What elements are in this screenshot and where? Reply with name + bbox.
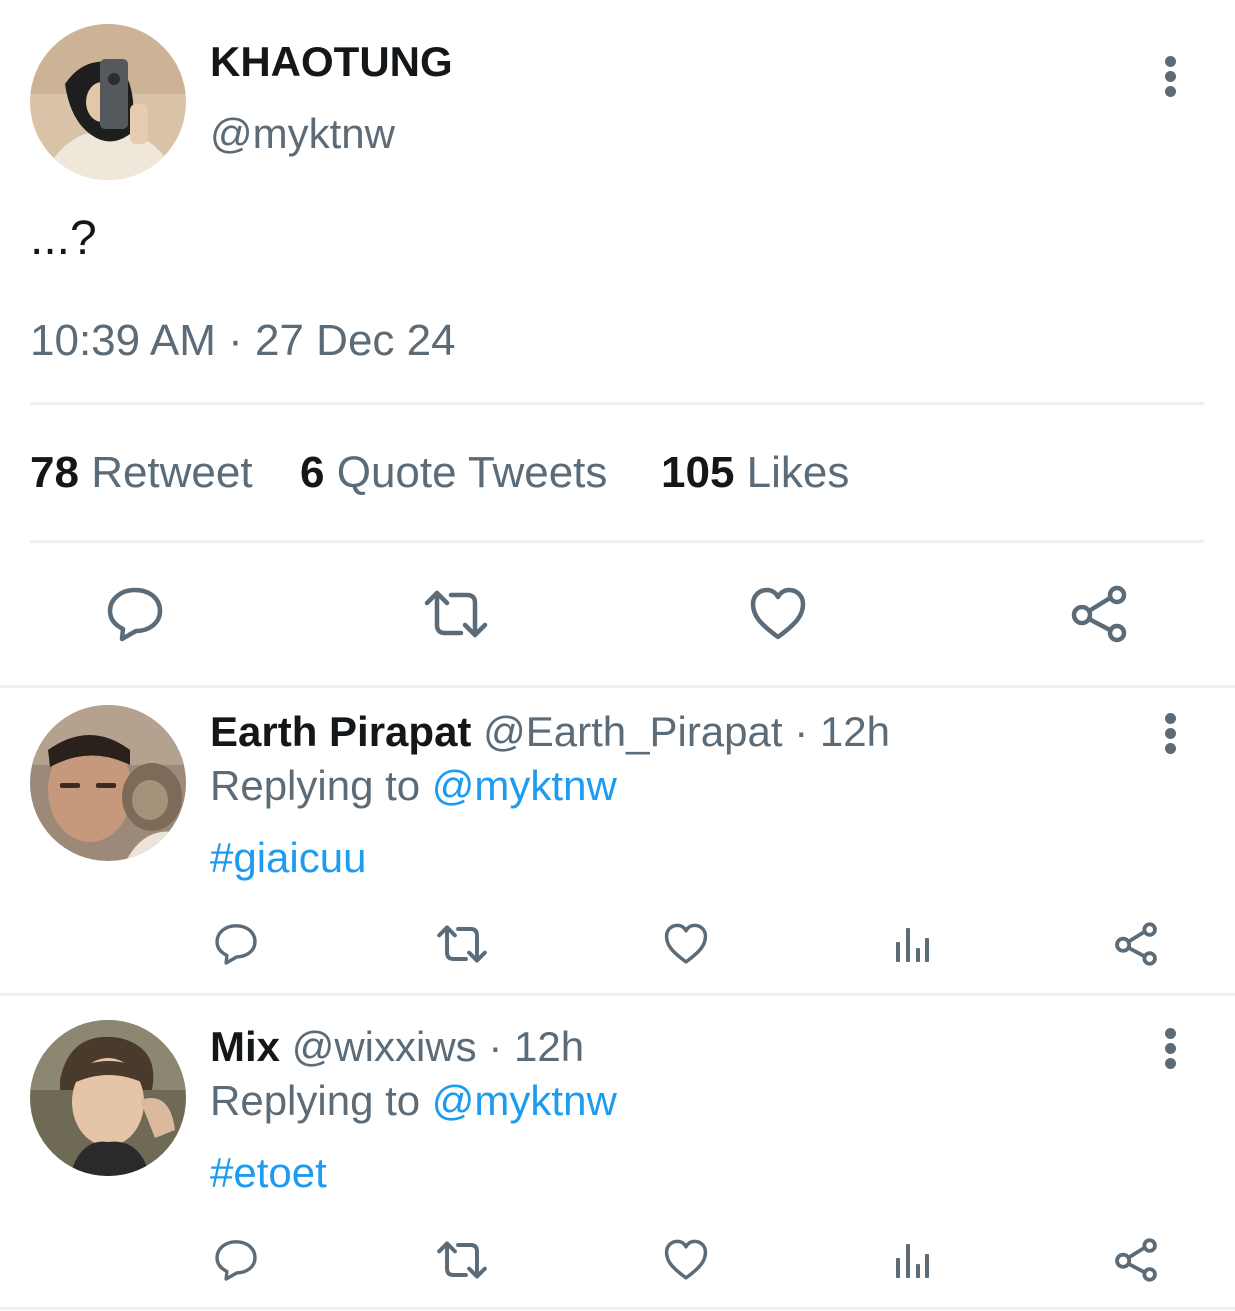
retweet-icon[interactable] — [434, 918, 490, 970]
analytics-icon[interactable] — [886, 918, 938, 970]
divider — [0, 685, 1235, 688]
likes-count: 105 — [661, 448, 735, 497]
reply-text-hashtag[interactable]: #giaicuu — [210, 832, 366, 884]
reply-handle[interactable]: @Earth_Pirapat — [483, 708, 782, 755]
reply-handle[interactable]: @wixxiws — [292, 1023, 477, 1070]
more-options-icon[interactable] — [1156, 1024, 1186, 1074]
reply-icon[interactable] — [210, 1234, 262, 1286]
divider — [30, 540, 1204, 543]
replying-to: Replying to @myktnw — [210, 760, 617, 812]
divider — [0, 1307, 1235, 1310]
like-icon[interactable] — [745, 582, 811, 646]
retweet-icon[interactable] — [434, 1234, 490, 1286]
retweets-count: 78 — [30, 448, 79, 497]
replying-to-handle[interactable]: @myktnw — [432, 1077, 617, 1124]
retweets-stat[interactable]: 78 Retweet — [30, 448, 253, 497]
retweet-icon[interactable] — [420, 582, 492, 646]
main-tweet-timestamp[interactable]: 10:39 AM · 27 Dec 24 — [30, 316, 456, 366]
reply-avatar[interactable] — [30, 1020, 186, 1176]
main-tweet-handle[interactable]: @myktnw — [210, 110, 395, 158]
share-icon[interactable] — [1110, 1234, 1162, 1286]
reply-avatar[interactable] — [30, 705, 186, 861]
likes-label: Likes — [746, 448, 850, 497]
reply-text-hashtag[interactable]: #etoet — [210, 1147, 327, 1199]
replying-to: Replying to @myktnw — [210, 1075, 617, 1127]
reply-separator: · — [488, 1023, 503, 1070]
quotes-stat[interactable]: 6 Quote Tweets — [300, 448, 607, 498]
replying-to-handle[interactable]: @myktnw — [432, 762, 617, 809]
more-options-icon[interactable] — [1156, 709, 1186, 759]
reply-icon[interactable] — [100, 582, 170, 646]
share-icon[interactable] — [1066, 582, 1132, 646]
replying-to-label: Replying to — [210, 762, 421, 809]
retweets-label: Retweet — [91, 448, 253, 497]
reply-display-name[interactable]: Mix — [210, 1023, 280, 1070]
share-icon[interactable] — [1110, 918, 1162, 970]
reply-header: Mix @wixxiws · 12h — [210, 1021, 584, 1073]
reply-display-name[interactable]: Earth Pirapat — [210, 708, 471, 755]
replying-to-label: Replying to — [210, 1077, 421, 1124]
reply-icon[interactable] — [210, 918, 262, 970]
more-options-icon[interactable] — [1156, 52, 1186, 102]
divider — [0, 993, 1235, 996]
main-tweet-avatar[interactable] — [30, 24, 186, 180]
main-tweet-display-name[interactable]: KHAOTUNG — [210, 38, 453, 86]
like-icon[interactable] — [660, 1234, 712, 1286]
tweet-stats: 78 Retweet — [30, 448, 253, 498]
reply-time[interactable]: 12h — [820, 708, 890, 755]
main-tweet-text: ...? — [30, 212, 97, 265]
quotes-label: Quote Tweets — [336, 448, 608, 497]
likes-stat[interactable]: 105 Likes — [661, 448, 849, 498]
like-icon[interactable] — [660, 918, 712, 970]
quotes-count: 6 — [300, 448, 325, 497]
reply-header: Earth Pirapat @Earth_Pirapat · 12h — [210, 706, 890, 758]
analytics-icon[interactable] — [886, 1234, 938, 1286]
reply-separator: · — [794, 708, 809, 755]
reply-time[interactable]: 12h — [514, 1023, 584, 1070]
divider — [30, 402, 1204, 405]
